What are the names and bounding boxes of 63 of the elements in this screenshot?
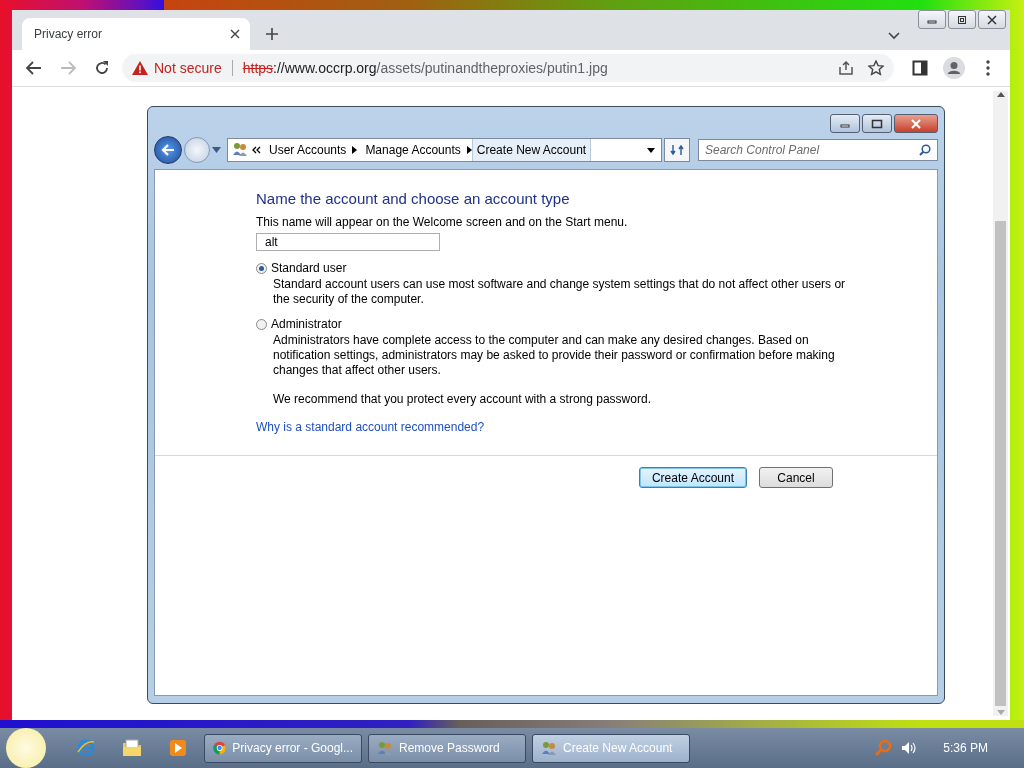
create-account-button[interactable]: Create Account <box>638 467 747 488</box>
option-label[interactable]: Administrator <box>271 317 342 331</box>
new-tab-icon[interactable] <box>265 27 279 41</box>
search-icon[interactable] <box>919 144 931 156</box>
speaker-icon[interactable] <box>901 740 918 756</box>
close-icon <box>910 118 922 129</box>
arrow-right-icon[interactable] <box>466 146 472 154</box>
minimize-button[interactable] <box>830 114 860 133</box>
reload-icon[interactable] <box>94 60 110 76</box>
menu-icon[interactable] <box>986 60 990 76</box>
radio-button[interactable] <box>256 318 267 330</box>
breadcrumb-item[interactable]: User Accounts <box>261 143 353 157</box>
back-arrow-icon <box>161 144 175 156</box>
close-icon <box>987 14 997 25</box>
tab-title: Privacy error <box>34 27 103 41</box>
close-button[interactable] <box>978 10 1006 29</box>
users-icon <box>232 140 248 157</box>
security-label[interactable]: Not secure <box>154 60 222 76</box>
share-icon[interactable] <box>838 60 854 76</box>
close-icon[interactable] <box>230 29 240 39</box>
address-bar[interactable]: Not secure https://www.occrp.org/assets/putinandtheproxies/putin1.jpg <box>122 54 894 82</box>
maximize-button[interactable] <box>862 114 892 133</box>
cancel-button[interactable]: Cancel <box>759 467 833 488</box>
option-description: Administrators have complete access to the computer and can make any desired changes. Based on notification settings, administrators may be asked to provide their password or confirmation before making changes that affect other users. <box>273 333 836 378</box>
profile-icon[interactable] <box>943 57 965 79</box>
page-heading: Name the account and choose an account type <box>256 190 570 207</box>
warning-icon <box>132 61 148 75</box>
back-button[interactable] <box>154 136 182 164</box>
url-text: https://www.occrp.org/assets/putinandtheproxies/putin1.jpg <box>242 60 608 76</box>
back-arrow-icon[interactable] <box>26 61 42 75</box>
media-player-icon[interactable] <box>169 739 187 757</box>
scroll-up-icon[interactable] <box>996 91 1005 97</box>
restore-icon <box>957 14 967 25</box>
breadcrumb-item[interactable]: Create New Account <box>471 139 592 161</box>
star-icon[interactable] <box>868 60 884 76</box>
scrollbar[interactable] <box>993 91 1008 717</box>
recommendation-text: We recommend that you protect every account with a strong password. <box>273 392 651 406</box>
close-button[interactable] <box>894 114 938 133</box>
option-description: Standard account users can use most software and change system settings that do not affect other users or the security of the computer. <box>273 277 847 307</box>
arrow-right-icon[interactable] <box>352 146 358 154</box>
radio-button[interactable] <box>256 262 267 274</box>
browser-tab[interactable]: Privacy error <box>22 18 250 50</box>
help-link[interactable]: Why is a standard account recommended? <box>256 420 485 434</box>
restore-button[interactable] <box>948 10 976 29</box>
double-chevron-icon[interactable] <box>252 146 261 154</box>
chrome-icon <box>213 740 227 756</box>
ie-icon[interactable] <box>76 738 96 758</box>
chevron-down-icon[interactable] <box>888 32 900 40</box>
refresh-button[interactable] <box>664 138 690 162</box>
breadcrumb-bar[interactable]: User Accounts Manage Accounts Create New Account <box>227 138 662 162</box>
refresh-icon <box>670 144 684 156</box>
folder-icon[interactable] <box>122 739 142 757</box>
maximize-icon <box>871 118 883 129</box>
breadcrumb-item[interactable]: Manage Accounts <box>357 143 467 157</box>
users-icon <box>541 740 557 756</box>
name-prompt: This name will appear on the Welcome screen and on the Start menu. <box>256 215 628 229</box>
search-field[interactable]: Search Control Panel <box>698 139 938 161</box>
account-name-field[interactable]: alt <box>256 233 440 251</box>
start-button[interactable] <box>6 728 46 768</box>
users-icon <box>377 740 393 756</box>
option-label[interactable]: Standard user <box>271 261 347 275</box>
side-panel-icon[interactable] <box>912 60 928 76</box>
clock[interactable]: 5:36 PM <box>943 741 988 755</box>
